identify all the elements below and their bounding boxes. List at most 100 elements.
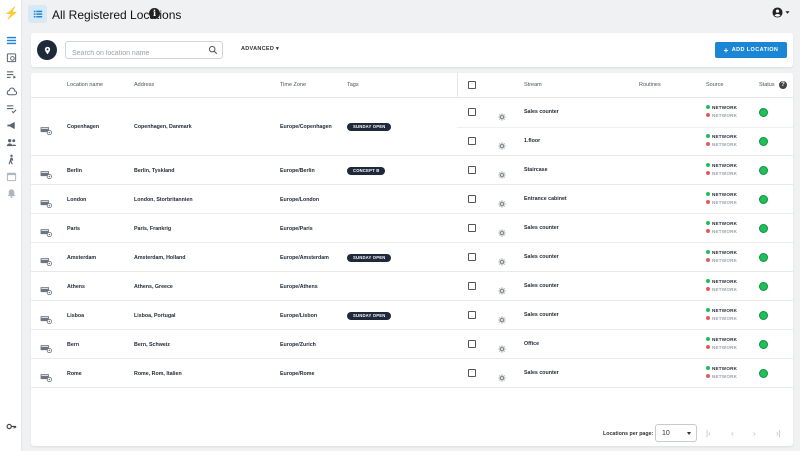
stream-name[interactable]: Sales counter — [524, 254, 559, 260]
table-row[interactable]: Athens Athens, Greece Europe/Athens Sales c… — [31, 272, 793, 301]
stream-row[interactable]: Staircase NETWORK NETWORK — [457, 156, 793, 185]
stream-row[interactable]: Sales counter NETWORK NETWORK — [457, 243, 793, 272]
stream-name[interactable]: Sales counter — [524, 225, 559, 231]
stream-row[interactable]: Sales counter NETWORK NETWORK — [457, 98, 793, 127]
location-address: London, Storbritannien — [134, 196, 193, 203]
location-name[interactable]: Paris — [67, 226, 80, 232]
prev-page-icon[interactable]: ‹ — [731, 429, 734, 438]
list-icon[interactable] — [4, 34, 18, 46]
stream-checkbox[interactable] — [468, 340, 476, 348]
network-off: NETWORK — [706, 227, 737, 235]
gear-icon[interactable] — [498, 108, 506, 126]
location-name[interactable]: London — [67, 197, 86, 203]
col-location-name[interactable]: Location name — [67, 82, 103, 88]
next-page-icon[interactable]: › — [753, 429, 756, 438]
gear-icon[interactable] — [498, 166, 506, 184]
megaphone-icon[interactable] — [4, 119, 18, 131]
first-page-icon[interactable]: |‹ — [706, 429, 711, 438]
bell-icon[interactable] — [4, 186, 18, 198]
add-location-button[interactable]: + ADD LOCATION — [715, 42, 787, 58]
stream-name[interactable]: Entrance cabinet — [524, 196, 567, 202]
stream-checkbox[interactable] — [468, 311, 476, 319]
location-tag[interactable]: SUNDAY OPEN — [347, 123, 392, 131]
stream-name[interactable]: Sales counter — [524, 370, 559, 376]
gear-icon[interactable] — [498, 224, 506, 242]
stream-row[interactable]: Sales counter NETWORK NETWORK — [457, 214, 793, 243]
search-icon[interactable] — [208, 45, 218, 55]
table-row[interactable]: Lisboa Lisboa, Portugal Europe/Lisbon SUNDA… — [31, 301, 793, 330]
location-tag[interactable]: CONCEPT B — [347, 166, 386, 175]
gear-icon[interactable] — [498, 340, 506, 358]
table-row[interactable]: Berlin Berlin, Tyskland Europe/Berlin CONCE… — [31, 156, 793, 185]
cloud-icon[interactable] — [4, 85, 18, 97]
stream-row[interactable]: Sales counter NETWORK NETWORK — [457, 272, 793, 301]
gear-icon[interactable] — [498, 195, 506, 213]
network-label: NETWORK — [712, 220, 738, 226]
location-tag[interactable]: SUNDAY OPEN — [347, 253, 392, 262]
stream-checkbox[interactable] — [468, 253, 476, 261]
stream-checkbox[interactable] — [468, 195, 476, 203]
people-icon[interactable] — [4, 136, 18, 148]
gear-icon[interactable] — [498, 311, 506, 329]
table-row[interactable]: Rome Rome, Rom, Italien Europe/Rome Sales c… — [31, 359, 793, 388]
search-input[interactable] — [66, 45, 196, 62]
table-row[interactable]: London London, Storbritannien Europe/Londo… — [31, 185, 793, 214]
last-page-icon[interactable]: ›| — [776, 429, 781, 438]
location-name[interactable]: Rome — [67, 371, 82, 377]
playlist-check-icon[interactable] — [4, 102, 18, 114]
stream-name[interactable]: Sales counter — [524, 109, 559, 115]
stream-row[interactable]: Sales counter NETWORK NETWORK — [457, 301, 793, 330]
stream-checkbox[interactable] — [468, 369, 476, 377]
location-pin-button[interactable] — [37, 40, 57, 60]
stream-checkbox[interactable] — [468, 166, 476, 174]
location-name[interactable]: Athens — [67, 284, 85, 290]
stream-name[interactable]: Sales counter — [524, 283, 559, 289]
playlist-icon[interactable] — [4, 68, 18, 80]
stream-checkbox[interactable] — [468, 137, 476, 145]
stream-row[interactable]: 1.floor NETWORK NETWORK — [457, 127, 793, 156]
table-row[interactable]: Amsterdam Amsterdam, Holland Europe/Amster… — [31, 243, 793, 272]
select-all-checkbox[interactable] — [468, 81, 476, 89]
info-icon[interactable]: i — [149, 8, 160, 19]
location-name[interactable]: Berlin — [67, 168, 82, 174]
location-name[interactable]: Lisboa — [67, 313, 84, 319]
col-time-zone[interactable]: Time Zone — [280, 82, 306, 88]
table-row[interactable]: Bern Bern, Schweiz Europe/Zurich Office NETW… — [31, 330, 793, 359]
help-icon[interactable]: ? — [779, 81, 787, 89]
gear-icon[interactable] — [498, 369, 506, 387]
stream-checkbox[interactable] — [468, 108, 476, 116]
table-row[interactable]: Paris Paris, Frankrig Europe/Paris Sales co… — [31, 214, 793, 243]
gear-icon[interactable] — [498, 137, 506, 155]
location-name[interactable]: Amsterdam — [67, 255, 96, 261]
col-status[interactable]: Status — [759, 82, 775, 88]
col-stream[interactable]: Stream — [524, 82, 542, 88]
location-name[interactable]: Copenhagen — [67, 124, 99, 130]
user-menu[interactable] — [772, 7, 790, 18]
advanced-filter-button[interactable]: ADVANCED ▾ — [241, 46, 279, 52]
gear-icon[interactable] — [498, 253, 506, 271]
location-tag[interactable]: SUNDAY OPEN — [347, 311, 392, 320]
stream-name[interactable]: Office — [524, 341, 539, 347]
col-routines[interactable]: Routines — [639, 82, 661, 88]
stream-name[interactable]: Staircase — [524, 167, 548, 173]
col-address[interactable]: Address — [134, 82, 154, 88]
col-tags[interactable]: Tags — [347, 82, 359, 88]
stream-name[interactable]: 1.floor — [524, 138, 540, 144]
per-page-select[interactable]: 10 — [655, 424, 697, 442]
calendar-clock-icon[interactable] — [4, 51, 18, 63]
app-logo-icon[interactable]: ⚡ — [4, 6, 19, 20]
gear-icon[interactable] — [498, 282, 506, 300]
walking-person-icon[interactable] — [4, 153, 18, 165]
table-row[interactable]: Copenhagen Copenhagen, Danmark Europe/Cope… — [31, 98, 793, 156]
col-source[interactable]: Source — [706, 82, 723, 88]
list-view-button[interactable] — [28, 5, 47, 23]
calendar-icon[interactable] — [4, 170, 18, 182]
stream-name[interactable]: Sales counter — [524, 312, 559, 318]
location-name[interactable]: Bern — [67, 342, 79, 348]
stream-row[interactable]: Sales counter NETWORK NETWORK — [457, 359, 793, 388]
key-icon[interactable] — [4, 420, 18, 432]
stream-checkbox[interactable] — [468, 282, 476, 290]
stream-row[interactable]: Entrance cabinet NETWORK NETWORK — [457, 185, 793, 214]
stream-checkbox[interactable] — [468, 224, 476, 232]
stream-row[interactable]: Office NETWORK NETWORK — [457, 330, 793, 359]
